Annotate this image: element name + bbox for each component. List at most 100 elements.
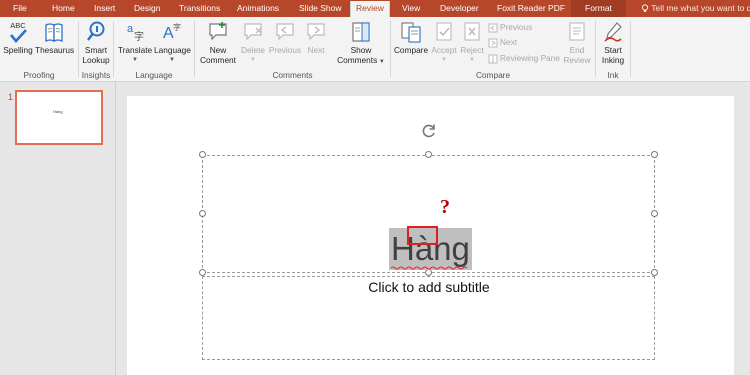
translate-dropdown-icon: ▼ [132, 57, 138, 63]
annotation-question-mark: ? [440, 196, 450, 218]
show-label: Show [350, 45, 372, 55]
slide-thumbnail[interactable]: Hàng [15, 90, 103, 145]
tab-animations[interactable]: Animations [237, 0, 279, 17]
ink-group-label: Ink [607, 70, 619, 80]
delete-comment-button[interactable]: Delete ▼ [239, 20, 267, 65]
language-button[interactable]: A 字 Language ▼ [154, 20, 191, 65]
group-separator [78, 21, 79, 77]
abc-glyph: ABC [10, 21, 26, 30]
resize-handle-top[interactable] [425, 151, 432, 158]
tab-insert[interactable]: Insert [94, 0, 115, 17]
previous-comment-icon [276, 23, 294, 41]
reject-icon [464, 22, 480, 41]
svg-text:字: 字 [173, 22, 181, 32]
previous-comment-button[interactable]: Previous [267, 20, 303, 55]
reviewing-pane-button[interactable]: Reviewing Pane [488, 53, 560, 64]
show-comments-button[interactable]: Show Comments ▼ [337, 20, 385, 67]
reviewing-pane-label: Reviewing Pane [500, 53, 560, 63]
language-group-label: Language [135, 70, 173, 80]
svg-text:字: 字 [134, 30, 144, 43]
language-label: Language [154, 45, 191, 55]
proofing-group-label: Proofing [23, 70, 55, 80]
lookup-label: Lookup [82, 55, 110, 65]
smart-lookup-button[interactable]: Smart Lookup [80, 20, 112, 65]
tell-me-text: Tell me what you want to do [651, 3, 750, 13]
resize-handle-left[interactable] [199, 210, 206, 217]
previous-label: Previous [268, 45, 302, 55]
accept-label: Accept [431, 45, 457, 55]
compare-label: Compare [393, 45, 429, 55]
pen-icon [604, 22, 622, 42]
accept-button[interactable]: Accept ▼ [430, 20, 458, 65]
tab-view[interactable]: View [402, 0, 420, 17]
tab-design[interactable]: Design [134, 0, 160, 17]
annotation-highlight-box [407, 226, 438, 245]
slide-thumbnail-text: Hàng [53, 109, 63, 114]
compare-next-button[interactable]: Next [488, 37, 517, 48]
comments-label: Comments [337, 55, 378, 65]
spelling-check-icon: ABC [10, 21, 27, 43]
translate-button[interactable]: a 字 Translate ▼ [117, 20, 153, 65]
resize-handle-bottom[interactable] [425, 269, 432, 276]
compare-next-label: Next [500, 37, 518, 47]
delete-dropdown-icon: ▼ [250, 57, 256, 63]
end-review-icon [569, 22, 585, 41]
compare-previous-label: Previous [500, 22, 533, 32]
svg-text:a: a [127, 23, 134, 35]
insights-group-label: Insights [81, 70, 111, 80]
tab-foxit-reader-pdf[interactable]: Foxit Reader PDF [497, 0, 565, 17]
next-comment-icon [307, 23, 325, 41]
book-icon [45, 23, 63, 43]
reject-button[interactable]: Reject ▼ [459, 20, 485, 65]
show-comments-icon [352, 22, 370, 42]
spelling-button[interactable]: ABC Spelling [3, 20, 33, 55]
resize-handle-right[interactable] [651, 210, 658, 217]
tab-slide-show[interactable]: Slide Show [299, 0, 342, 17]
start-inking-button[interactable]: Start Inking [598, 20, 628, 65]
translate-label: Translate [117, 45, 153, 55]
next-comment-button[interactable]: Next [304, 20, 328, 55]
tab-file[interactable]: File [13, 0, 27, 17]
end-review-button[interactable]: End Review [563, 20, 591, 65]
resize-handle-bottom-right[interactable] [651, 269, 658, 276]
lightbulb-icon [641, 4, 649, 13]
accept-dropdown-icon: ▼ [441, 57, 447, 63]
subtitle-text[interactable]: Click to add subtitle [203, 279, 655, 295]
end-label: End [569, 45, 585, 55]
reviewing-pane-icon [488, 54, 498, 64]
comment-label: Comment [200, 55, 236, 65]
tab-home[interactable]: Home [52, 0, 75, 17]
tab-developer[interactable]: Developer [440, 0, 479, 17]
language-icon: A 字 [163, 22, 181, 42]
accept-icon [436, 22, 452, 41]
compare-icon [401, 22, 421, 43]
inking-label: Inking [601, 55, 625, 65]
start-label: Start [604, 45, 622, 55]
tab-format[interactable]: Format [571, 0, 626, 17]
previous-change-icon [488, 23, 498, 33]
slide-thumbnail-pane: 1 Hàng [0, 82, 116, 375]
tell-me-search[interactable]: Tell me what you want to do [641, 0, 750, 17]
spelling-error-underline [391, 266, 467, 270]
reject-dropdown-icon: ▼ [469, 57, 475, 63]
resize-handle-top-left[interactable] [199, 151, 206, 158]
tab-transitions[interactable]: Transitions [179, 0, 220, 17]
delete-comment-icon [244, 23, 262, 41]
reject-label: Reject [460, 45, 484, 55]
review-ribbon: ABC Spelling Thesaurus Proofing Smart Lo… [0, 17, 750, 82]
thesaurus-label: Thesaurus [35, 45, 75, 55]
resize-handle-bottom-left[interactable] [199, 269, 206, 276]
new-label: New [209, 45, 227, 55]
thesaurus-button[interactable]: Thesaurus [35, 20, 75, 55]
tab-review[interactable]: Review [350, 1, 390, 17]
compare-button[interactable]: Compare [393, 20, 429, 55]
rotate-handle-icon[interactable] [420, 122, 438, 140]
new-comment-icon [209, 22, 227, 41]
new-comment-button[interactable]: New Comment [198, 20, 238, 65]
compare-previous-button[interactable]: Previous [488, 22, 532, 33]
resize-handle-top-right[interactable] [651, 151, 658, 158]
comments-group-label: Comments [272, 70, 313, 80]
smart-label: Smart [84, 45, 108, 55]
group-separator [390, 21, 391, 77]
smart-lookup-icon [87, 21, 105, 41]
